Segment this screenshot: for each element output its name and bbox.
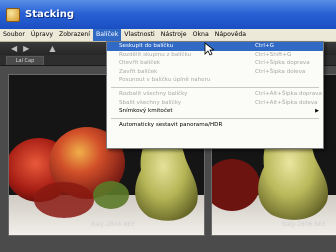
menu-item-label: Rozdělit skupinu z balíčku [119,51,192,58]
menu-item-label: Zavřít balíček [119,68,158,75]
tab-folder[interactable]: Lal Cap [6,56,44,65]
menu-item-label: Snímkový kmitočet [119,108,173,115]
menu-item-4[interactable]: Posunout v balíčku úplně nahoru [107,76,323,85]
up-arrow-icon[interactable]: ▲ [46,44,58,53]
menu-item-label: Posunout v balíčku úplně nahoru [119,77,211,84]
menu-separator [111,86,319,88]
submenu-arrow-icon: ▶ [315,108,319,115]
menu-item-shortcut: Ctrl+G [255,43,274,49]
menu-item-7[interactable]: Sbalit všechny balíčky Ctrl+Alt+Šipka dol… [107,99,323,108]
menu-item-shortcut: Ctrl+Šipka doleva [255,68,306,75]
menu-item-shortcut: Ctrl+Šipka doprava [255,60,310,67]
menu-item-3[interactable]: Zavřít balíček Ctrl+Šipka doleva [107,68,323,77]
menu-edit[interactable]: Úpravy [28,29,56,41]
menu-item-label: Otevřít balíček [119,60,161,67]
thumbnail-caption-left: Italy-2804.NEF [91,221,135,228]
menu-stack[interactable]: Balíček [93,29,122,41]
forward-arrow-icon[interactable]: ▶ [20,44,32,53]
menu-file[interactable]: Soubor [0,29,28,41]
menu-item-shortcut: Ctrl+Shift+G [255,51,292,58]
menu-view[interactable]: Zobrazení [56,29,93,41]
mouse-pointer-icon [204,42,214,56]
menu-properties[interactable]: Vlastnosti [121,29,157,41]
app-icon [6,7,20,22]
menu-tools[interactable]: Nástroje [158,29,190,41]
stack-menu-dropdown: Seskupit do balíčku Ctrl+G Rozdělit skupin… [106,41,324,149]
menu-window[interactable]: Okna [190,29,212,41]
menu-item-label: Sbalit všechny balíčky [119,99,182,106]
menu-item-label: Seskupit do balíčku [119,43,174,49]
menu-item-0[interactable]: Seskupit do balíčku Ctrl+G [107,42,323,51]
menu-item-10[interactable]: Automaticky sestavit panorama/HDR [107,121,323,130]
menu-item-8[interactable]: Snímkový kmitočet ▶ [107,107,323,116]
menu-item-shortcut: Ctrl+Alt+Šipka doprava [255,90,322,97]
menu-help[interactable]: Nápověda [212,29,249,41]
menu-item-shortcut: Ctrl+Alt+Šipka doleva [255,99,318,106]
menu-item-6[interactable]: Rozbalit všechny balíčky Ctrl+Alt+Šipka d… [107,90,323,99]
title-bar: Stacking [0,0,336,29]
menu-separator [111,117,319,119]
back-arrow-icon[interactable]: ◀ [8,44,20,53]
menu-item-2[interactable]: Otevřít balíček Ctrl+Šipka doprava [107,59,323,68]
menu-item-label: Automaticky sestavit panorama/HDR [119,121,223,128]
window-title: Stacking [25,9,75,20]
thumbnail-caption-right: Italy-2806.NEF [282,221,326,228]
menu-item-1[interactable]: Rozdělit skupinu z balíčku Ctrl+Shift+G [107,51,323,60]
menu-item-label: Rozbalit všechny balíčky [119,90,188,97]
